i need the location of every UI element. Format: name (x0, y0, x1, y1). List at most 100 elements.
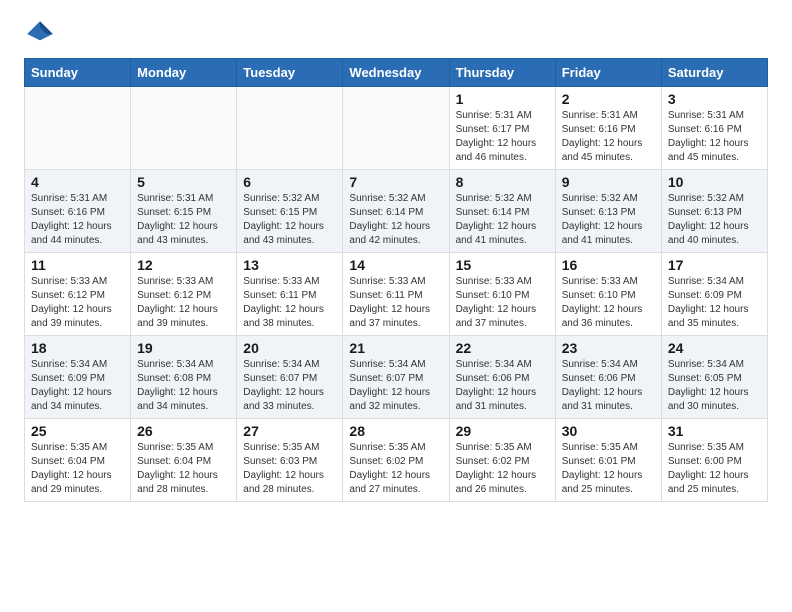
day-number: 14 (349, 257, 442, 273)
day-detail: Sunrise: 5:35 AM Sunset: 6:01 PM Dayligh… (562, 441, 655, 497)
day-detail: Sunrise: 5:35 AM Sunset: 6:00 PM Dayligh… (668, 441, 761, 497)
day-detail: Sunrise: 5:35 AM Sunset: 6:02 PM Dayligh… (456, 441, 549, 497)
calendar-cell: 14Sunrise: 5:33 AM Sunset: 6:11 PM Dayli… (343, 253, 449, 336)
day-detail: Sunrise: 5:35 AM Sunset: 6:02 PM Dayligh… (349, 441, 442, 497)
calendar-cell (237, 87, 343, 170)
calendar-cell: 12 Sunrise: 5:33 AM Sunset: 6:12 PM Dayli… (131, 253, 237, 336)
calendar-cell: 17Sunrise: 5:34 AM Sunset: 6:09 PM Dayli… (661, 253, 767, 336)
calendar-wrap: SundayMondayTuesdayWednesdayThursdayFrid… (0, 58, 792, 514)
day-detail: Sunrise: 5:34 AM Sunset: 6:06 PM Dayligh… (562, 358, 655, 414)
day-detail: Sunrise: 5:32 AM Sunset: 6:14 PM Dayligh… (349, 192, 442, 248)
day-number: 5 (137, 174, 230, 190)
day-number: 21 (349, 340, 442, 356)
week-row: 25 Sunrise: 5:35 AM Sunset: 6:04 PM Dayli… (25, 419, 768, 502)
day-detail: Sunrise: 5:32 AM Sunset: 6:15 PM Dayligh… (243, 192, 336, 248)
day-detail: Sunrise: 5:31 AM Sunset: 6:17 PM Dayligh… (456, 109, 549, 165)
day-detail: Sunrise: 5:31 AM Sunset: 6:15 PM Dayligh… (137, 192, 230, 248)
calendar-col-header: Wednesday (343, 59, 449, 87)
calendar-cell: 8 Sunrise: 5:32 AM Sunset: 6:14 PM Daylig… (449, 170, 555, 253)
calendar-cell: 16 Sunrise: 5:33 AM Sunset: 6:10 PM Dayli… (555, 253, 661, 336)
calendar-cell: 7 Sunrise: 5:32 AM Sunset: 6:14 PM Daylig… (343, 170, 449, 253)
day-number: 9 (562, 174, 655, 190)
day-number: 8 (456, 174, 549, 190)
calendar-cell: 21Sunrise: 5:34 AM Sunset: 6:07 PM Dayli… (343, 336, 449, 419)
day-number: 28 (349, 423, 442, 439)
calendar-cell: 9 Sunrise: 5:32 AM Sunset: 6:13 PM Daylig… (555, 170, 661, 253)
calendar-cell: 30 Sunrise: 5:35 AM Sunset: 6:01 PM Dayli… (555, 419, 661, 502)
calendar-cell (343, 87, 449, 170)
calendar-cell: 26Sunrise: 5:35 AM Sunset: 6:04 PM Dayli… (131, 419, 237, 502)
calendar-col-header: Sunday (25, 59, 131, 87)
calendar-cell: 23Sunrise: 5:34 AM Sunset: 6:06 PM Dayli… (555, 336, 661, 419)
calendar-cell: 10 Sunrise: 5:32 AM Sunset: 6:13 PM Dayli… (661, 170, 767, 253)
calendar-col-header: Friday (555, 59, 661, 87)
day-number: 13 (243, 257, 336, 273)
day-number: 16 (562, 257, 655, 273)
calendar-cell: 25 Sunrise: 5:35 AM Sunset: 6:04 PM Dayli… (25, 419, 131, 502)
calendar-cell: 22 Sunrise: 5:34 AM Sunset: 6:06 PM Dayli… (449, 336, 555, 419)
day-detail: Sunrise: 5:31 AM Sunset: 6:16 PM Dayligh… (562, 109, 655, 165)
day-detail: Sunrise: 5:34 AM Sunset: 6:06 PM Dayligh… (456, 358, 549, 414)
calendar-col-header: Saturday (661, 59, 767, 87)
day-number: 17 (668, 257, 761, 273)
day-number: 31 (668, 423, 761, 439)
calendar-col-header: Tuesday (237, 59, 343, 87)
day-number: 10 (668, 174, 761, 190)
day-detail: Sunrise: 5:33 AM Sunset: 6:11 PM Dayligh… (243, 275, 336, 331)
page-header (0, 0, 792, 58)
day-number: 20 (243, 340, 336, 356)
day-detail: Sunrise: 5:35 AM Sunset: 6:04 PM Dayligh… (31, 441, 124, 497)
calendar-cell (131, 87, 237, 170)
day-number: 15 (456, 257, 549, 273)
day-number: 11 (31, 257, 124, 273)
day-number: 1 (456, 91, 549, 107)
day-detail: Sunrise: 5:33 AM Sunset: 6:10 PM Dayligh… (562, 275, 655, 331)
calendar-cell: 24 Sunrise: 5:34 AM Sunset: 6:05 PM Dayli… (661, 336, 767, 419)
calendar-cell: 3Sunrise: 5:31 AM Sunset: 6:16 PM Daylig… (661, 87, 767, 170)
day-detail: Sunrise: 5:34 AM Sunset: 6:08 PM Dayligh… (137, 358, 230, 414)
calendar-col-header: Monday (131, 59, 237, 87)
calendar-cell: 15 Sunrise: 5:33 AM Sunset: 6:10 PM Dayli… (449, 253, 555, 336)
day-detail: Sunrise: 5:31 AM Sunset: 6:16 PM Dayligh… (31, 192, 124, 248)
day-number: 22 (456, 340, 549, 356)
day-detail: Sunrise: 5:34 AM Sunset: 6:05 PM Dayligh… (668, 358, 761, 414)
calendar-col-header: Thursday (449, 59, 555, 87)
calendar-cell: 1 Sunrise: 5:31 AM Sunset: 6:17 PM Daylig… (449, 87, 555, 170)
day-detail: Sunrise: 5:32 AM Sunset: 6:14 PM Dayligh… (456, 192, 549, 248)
calendar-table: SundayMondayTuesdayWednesdayThursdayFrid… (24, 58, 768, 502)
day-detail: Sunrise: 5:35 AM Sunset: 6:04 PM Dayligh… (137, 441, 230, 497)
day-detail: Sunrise: 5:34 AM Sunset: 6:07 PM Dayligh… (243, 358, 336, 414)
day-number: 2 (562, 91, 655, 107)
day-number: 30 (562, 423, 655, 439)
day-detail: Sunrise: 5:32 AM Sunset: 6:13 PM Dayligh… (562, 192, 655, 248)
calendar-cell: 20 Sunrise: 5:34 AM Sunset: 6:07 PM Dayli… (237, 336, 343, 419)
calendar-header-row: SundayMondayTuesdayWednesdayThursdayFrid… (25, 59, 768, 87)
day-number: 18 (31, 340, 124, 356)
calendar-cell: 5 Sunrise: 5:31 AM Sunset: 6:15 PM Daylig… (131, 170, 237, 253)
week-row: 1 Sunrise: 5:31 AM Sunset: 6:17 PM Daylig… (25, 87, 768, 170)
calendar-cell: 2 Sunrise: 5:31 AM Sunset: 6:16 PM Daylig… (555, 87, 661, 170)
day-number: 6 (243, 174, 336, 190)
calendar-cell: 29 Sunrise: 5:35 AM Sunset: 6:02 PM Dayli… (449, 419, 555, 502)
day-detail: Sunrise: 5:35 AM Sunset: 6:03 PM Dayligh… (243, 441, 336, 497)
day-number: 25 (31, 423, 124, 439)
day-number: 29 (456, 423, 549, 439)
calendar-cell: 19 Sunrise: 5:34 AM Sunset: 6:08 PM Dayli… (131, 336, 237, 419)
calendar-cell (25, 87, 131, 170)
day-number: 12 (137, 257, 230, 273)
day-number: 7 (349, 174, 442, 190)
day-number: 24 (668, 340, 761, 356)
day-detail: Sunrise: 5:33 AM Sunset: 6:10 PM Dayligh… (456, 275, 549, 331)
calendar-cell: 18Sunrise: 5:34 AM Sunset: 6:09 PM Dayli… (25, 336, 131, 419)
calendar-cell: 4 Sunrise: 5:31 AM Sunset: 6:16 PM Daylig… (25, 170, 131, 253)
calendar-cell: 11 Sunrise: 5:33 AM Sunset: 6:12 PM Dayli… (25, 253, 131, 336)
calendar-cell: 28 Sunrise: 5:35 AM Sunset: 6:02 PM Dayli… (343, 419, 449, 502)
day-number: 19 (137, 340, 230, 356)
day-detail: Sunrise: 5:33 AM Sunset: 6:12 PM Dayligh… (137, 275, 230, 331)
week-row: 11 Sunrise: 5:33 AM Sunset: 6:12 PM Dayli… (25, 253, 768, 336)
day-detail: Sunrise: 5:32 AM Sunset: 6:13 PM Dayligh… (668, 192, 761, 248)
day-detail: Sunrise: 5:33 AM Sunset: 6:12 PM Dayligh… (31, 275, 124, 331)
day-number: 4 (31, 174, 124, 190)
logo-icon (24, 18, 56, 50)
calendar-cell: 31 Sunrise: 5:35 AM Sunset: 6:00 PM Dayli… (661, 419, 767, 502)
